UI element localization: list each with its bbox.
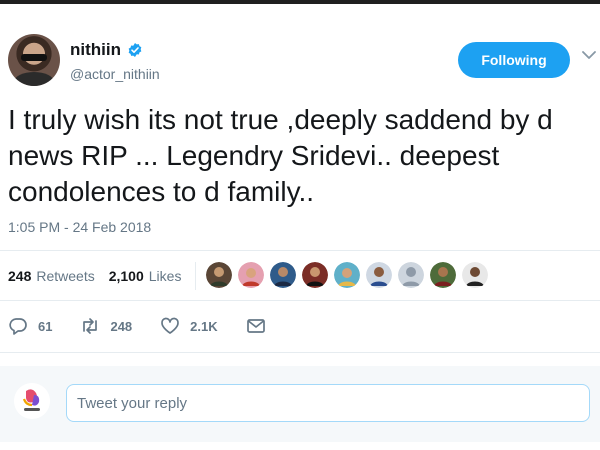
divider-actions <box>0 352 600 353</box>
divider-bottom <box>0 300 600 301</box>
tweet-timestamp[interactable]: 1:05 PM - 24 Feb 2018 <box>8 219 151 235</box>
likers-avatars <box>206 262 488 288</box>
retweet-count: 248 <box>110 318 133 334</box>
tweet-header: nithiin @actor_nithiin Following <box>8 34 596 90</box>
reply-icon <box>9 318 27 335</box>
liker-avatar[interactable] <box>366 262 392 288</box>
liker-avatar[interactable] <box>462 262 488 288</box>
retweet-action[interactable]: 248 <box>80 317 132 335</box>
reply-input[interactable] <box>66 384 590 422</box>
current-user-avatar[interactable] <box>14 383 50 419</box>
divider-top <box>0 250 600 251</box>
current-user-logo-icon <box>14 383 50 419</box>
reply-composer <box>0 366 600 442</box>
likes-label: Likes <box>148 268 182 284</box>
liker-avatar[interactable] <box>334 262 360 288</box>
top-strip <box>0 0 600 4</box>
chevron-down-icon[interactable] <box>582 50 596 60</box>
verified-badge-icon <box>128 43 142 57</box>
retweets-count: 248 <box>8 268 32 284</box>
author-name-row: nithiin <box>70 40 143 60</box>
tweet-text: I truly wish its not true ,deeply sadden… <box>8 104 553 207</box>
liker-avatar[interactable] <box>238 262 264 288</box>
following-button[interactable]: Following <box>458 42 570 78</box>
dm-action[interactable] <box>246 317 276 335</box>
like-count: 2.1K <box>190 318 218 334</box>
retweets-label: Retweets <box>36 268 95 284</box>
tweet-stats: 248 Retweets 2,100 Likes <box>8 262 208 290</box>
likes-stat[interactable]: 2,100 Likes <box>109 268 182 284</box>
likes-count: 2,100 <box>108 268 144 284</box>
author-avatar[interactable] <box>8 34 60 86</box>
envelope-icon <box>246 319 265 333</box>
retweets-stat[interactable]: 248 Retweets <box>8 268 95 284</box>
author-handle[interactable]: @actor_nithiin <box>70 66 160 82</box>
liker-avatar[interactable] <box>302 262 328 288</box>
stats-separator <box>195 262 197 290</box>
tweet-actions: 61 248 2.1K <box>8 314 304 338</box>
reply-count: 61 <box>38 318 53 334</box>
reply-action[interactable]: 61 <box>8 317 52 335</box>
liker-avatar[interactable] <box>270 262 296 288</box>
heart-icon <box>161 317 180 334</box>
retweet-icon <box>83 318 98 334</box>
avatar-glasses <box>21 54 47 61</box>
liker-avatar[interactable] <box>398 262 424 288</box>
like-action[interactable]: 2.1K <box>160 317 218 335</box>
liker-avatar[interactable] <box>430 262 456 288</box>
avatar-shirt <box>14 72 54 86</box>
liker-avatar[interactable] <box>206 262 232 288</box>
author-display-name[interactable]: nithiin <box>70 40 121 60</box>
